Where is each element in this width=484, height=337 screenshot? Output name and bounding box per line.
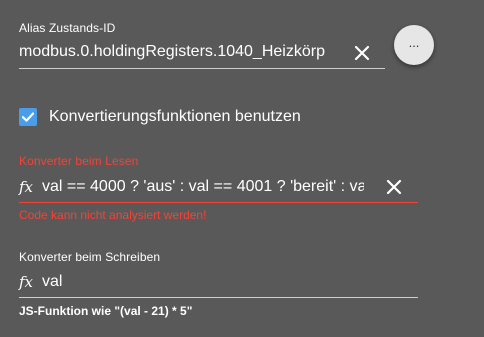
write-converter-helper: JS-Funktion wie "(val - 21) * 5" xyxy=(19,304,193,318)
select-state-button[interactable]: ... xyxy=(394,25,434,65)
alias-settings-panel: Alias Zustands-ID modbus.0.holdingRegist… xyxy=(0,0,484,337)
read-converter-label: Konverter beim Lesen xyxy=(19,154,139,168)
alias-id-label: Alias Zustands-ID xyxy=(19,21,116,35)
conversion-checkbox-label[interactable]: Konvertierungsfunktionen benutzen xyxy=(49,108,301,126)
read-converter-input[interactable]: val == 4000 ? 'aus' : val == 4001 ? 'ber… xyxy=(42,178,364,196)
alias-id-underline xyxy=(19,68,385,69)
write-converter-label: Konverter beim Schreiben xyxy=(19,250,161,264)
read-converter-clear-button[interactable] xyxy=(383,176,405,198)
read-converter-error: Code kann nicht analysiert werden! xyxy=(19,208,207,222)
close-icon xyxy=(386,179,402,195)
alias-clear-button[interactable] xyxy=(351,42,373,64)
close-icon xyxy=(354,45,370,61)
fx-icon: fx xyxy=(19,273,34,291)
write-converter-input[interactable]: val xyxy=(42,273,402,291)
alias-id-input[interactable]: modbus.0.holdingRegisters.1040_Heizkörp xyxy=(19,43,339,61)
checkmark-icon xyxy=(21,112,35,122)
conversion-checkbox[interactable] xyxy=(19,108,37,126)
fx-icon: fx xyxy=(19,178,34,196)
read-converter-underline xyxy=(19,202,418,203)
write-converter-underline xyxy=(19,297,418,298)
